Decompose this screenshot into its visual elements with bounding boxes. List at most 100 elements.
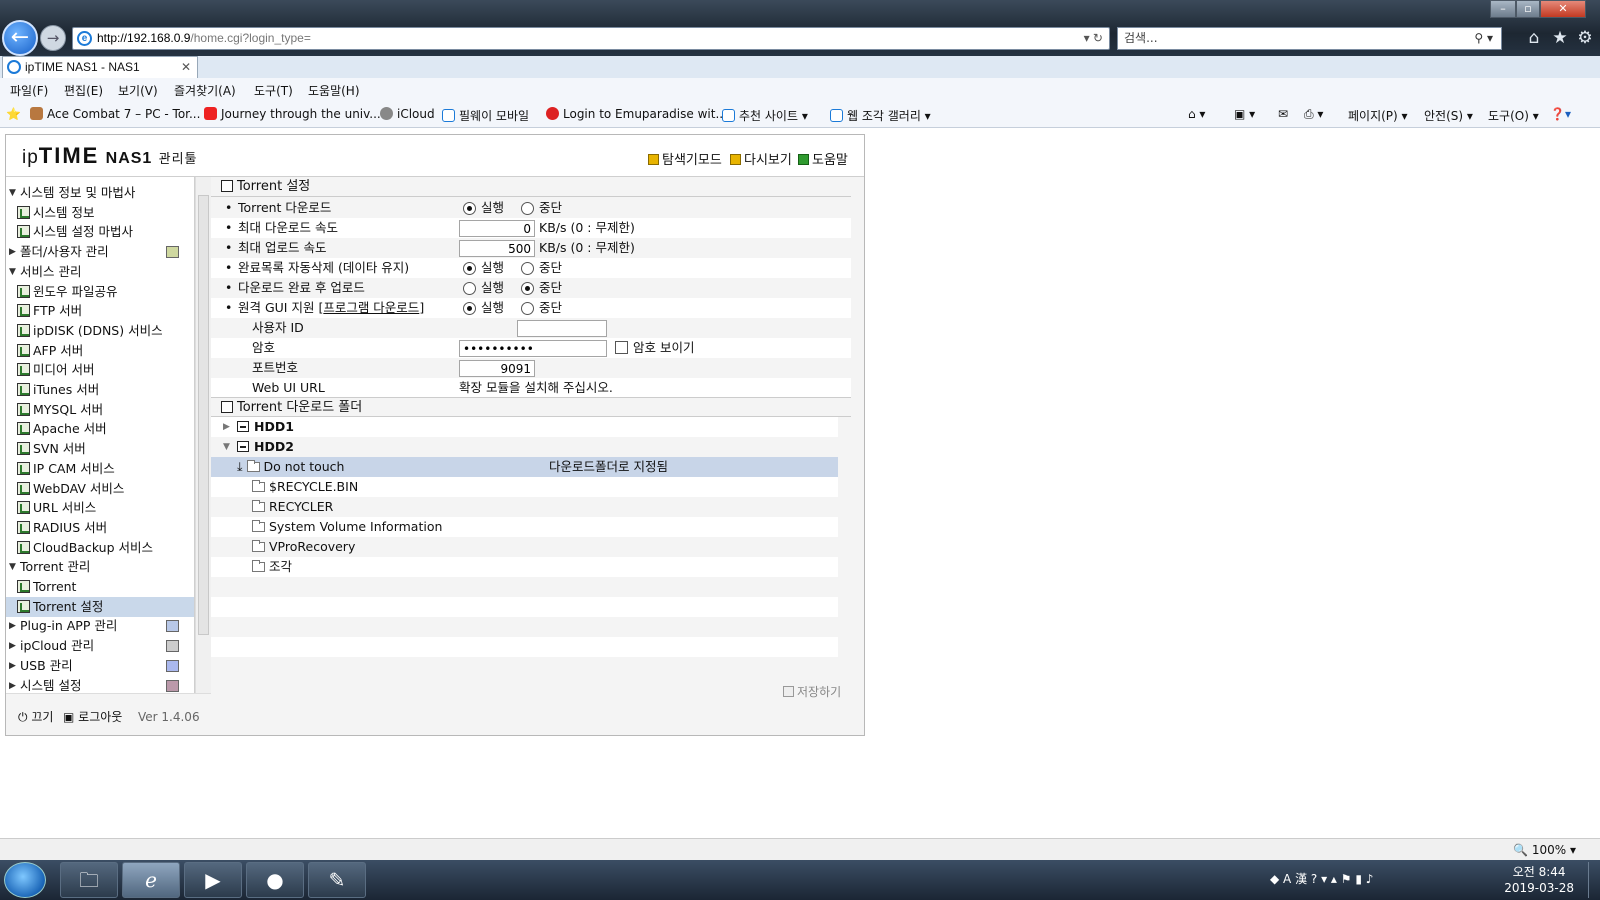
upload-after-off-radio[interactable]: [521, 282, 534, 295]
fav-emuparadise[interactable]: Login to Emuparadise wit...: [546, 107, 727, 121]
gear-icon[interactable]: ⚙: [1575, 28, 1595, 48]
fav-fillway[interactable]: 필웨이 모바일: [442, 107, 529, 124]
menu-favorites[interactable]: 즐겨찾기(A): [174, 82, 236, 99]
start-button[interactable]: [4, 862, 46, 898]
print-icon[interactable]: ⎙ ▾: [1304, 107, 1323, 122]
show-password-checkbox[interactable]: [615, 341, 628, 354]
cmd-safety[interactable]: 안전(S) ▾: [1424, 107, 1473, 124]
sidebar-scrollbar[interactable]: [195, 177, 211, 693]
fav-journey[interactable]: Journey through the univ...: [204, 107, 381, 121]
fav-web-slice-gallery[interactable]: 웹 조각 갤러리 ▾: [830, 107, 931, 124]
maximize-button[interactable]: ▫: [1516, 0, 1540, 18]
password-input[interactable]: [459, 340, 607, 357]
refresh-link[interactable]: 다시보기: [730, 149, 792, 168]
sidebar-group[interactable]: ▶ ipCloud 관리: [6, 636, 194, 656]
max-upload-input[interactable]: [459, 240, 535, 257]
menu-file[interactable]: 파일(F): [10, 82, 48, 99]
menu-view[interactable]: 보기(V): [118, 82, 158, 99]
auto-delete-on-radio[interactable]: [463, 262, 476, 275]
tree-folder[interactable]: $RECYCLE.BIN: [211, 477, 838, 497]
sidebar-group[interactable]: ▶ Plug-in APP 관리: [6, 616, 194, 636]
sidebar-item[interactable]: 미디어 서버: [6, 360, 194, 380]
max-download-input[interactable]: [459, 220, 535, 237]
zoom-control[interactable]: 🔍 100% ▾: [1513, 843, 1576, 857]
port-input[interactable]: [459, 360, 535, 377]
sidebar-item[interactable]: 윈도우 파일공유: [6, 282, 194, 302]
tree-folder-selected[interactable]: ⤓ Do not touch 다운로드폴더로 지정됨: [211, 457, 838, 477]
address-bar[interactable]: e http://192.168.0.9/home.cgi?login_type…: [72, 27, 1110, 50]
minimize-button[interactable]: –: [1490, 0, 1516, 18]
torrent-download-off-radio[interactable]: [521, 202, 534, 215]
clock[interactable]: 오전 8:44 2019-03-28: [1504, 864, 1574, 896]
sidebar-group[interactable]: ▼ 시스템 정보 및 마법사: [6, 183, 194, 203]
tree-folder[interactable]: VProRecovery: [211, 537, 838, 557]
tree-folder[interactable]: RECYCLER: [211, 497, 838, 517]
cmd-page[interactable]: 페이지(P) ▾: [1348, 107, 1408, 124]
tree-node-hdd1[interactable]: ▶ HDD1: [211, 417, 838, 437]
explorer-mode-link[interactable]: 탐색기모드: [648, 149, 722, 168]
refresh-icon[interactable]: ▾ ↻: [1084, 28, 1103, 49]
fav-ace-combat[interactable]: Ace Combat 7 – PC - Tor...: [30, 107, 200, 121]
search-icon[interactable]: ⚲ ▾: [1474, 28, 1493, 49]
sidebar-group[interactable]: ▼ Torrent 관리: [6, 557, 194, 577]
sidebar-item[interactable]: CloudBackup 서비스: [6, 538, 194, 558]
program-download-link[interactable]: 프로그램 다운로드: [323, 300, 419, 315]
user-id-input[interactable]: [517, 320, 607, 337]
tree-folder[interactable]: 조각: [211, 557, 838, 577]
save-button[interactable]: 저장하기: [783, 683, 841, 700]
auto-delete-off-radio[interactable]: [521, 262, 534, 275]
sidebar-group[interactable]: ▶ 폴더/사용자 관리: [6, 242, 194, 262]
favorites-star-icon[interactable]: ★: [1550, 28, 1570, 48]
sidebar-item[interactable]: 시스템 설정 마법사: [6, 222, 194, 242]
cmd-tools[interactable]: 도구(O) ▾: [1488, 107, 1539, 124]
sidebar-item[interactable]: WebDAV 서비스: [6, 479, 194, 499]
tree-folder[interactable]: System Volume Information: [211, 517, 838, 537]
sidebar-item[interactable]: URL 서비스: [6, 498, 194, 518]
fav-icloud[interactable]: iCloud: [380, 107, 435, 121]
sidebar-item[interactable]: iTunes 서버: [6, 380, 194, 400]
mail-icon[interactable]: ✉: [1278, 107, 1288, 121]
remote-gui-off-radio[interactable]: [521, 302, 534, 315]
power-off-button[interactable]: ⏻ 끄기: [18, 708, 53, 725]
upload-after-on-radio[interactable]: [463, 282, 476, 295]
tray-icons[interactable]: ◆ A 漢 ? ▾ ▴ ⚑ ▮ ♪: [1270, 870, 1373, 887]
favorites-star-icon[interactable]: ⭐: [6, 107, 21, 121]
tree-node-hdd2[interactable]: ▼ HDD2: [211, 437, 838, 457]
help-icon[interactable]: ❓▾: [1550, 107, 1571, 121]
tab-close-icon[interactable]: ✕: [181, 57, 191, 77]
ie-task-icon[interactable]: ℯ: [122, 862, 180, 898]
forward-button[interactable]: →: [40, 25, 66, 51]
torrent-download-on-radio[interactable]: [463, 202, 476, 215]
back-button[interactable]: ←: [2, 20, 38, 56]
sidebar-item[interactable]: RADIUS 서버: [6, 518, 194, 538]
scroll-thumb[interactable]: [198, 195, 209, 635]
sidebar-item[interactable]: IP CAM 서비스: [6, 459, 194, 479]
sidebar-item[interactable]: FTP 서버: [6, 301, 194, 321]
logout-button[interactable]: ▣ 로그아웃: [63, 708, 122, 725]
paint-task-icon[interactable]: ✎: [308, 862, 366, 898]
sidebar-item[interactable]: MYSQL 서버: [6, 400, 194, 420]
remote-gui-on-radio[interactable]: [463, 302, 476, 315]
help-link[interactable]: 도움말: [798, 149, 848, 168]
explorer-task-icon[interactable]: 🗀: [60, 862, 118, 898]
home-cmd-icon[interactable]: ⌂ ▾: [1188, 107, 1205, 121]
menu-tools[interactable]: 도구(T): [254, 82, 293, 99]
sidebar-group[interactable]: ▶ 시스템 설정: [6, 676, 194, 694]
tab-nas[interactable]: ipTIME NAS1 - NAS1 ✕: [2, 56, 198, 78]
home-icon[interactable]: ⌂: [1524, 28, 1544, 48]
search-box[interactable]: 검색... ⚲ ▾: [1117, 27, 1502, 50]
close-window-button[interactable]: ✕: [1540, 0, 1586, 18]
sidebar-item[interactable]: AFP 서버: [6, 341, 194, 361]
sidebar-item[interactable]: Torrent 설정: [6, 596, 194, 617]
show-desktop-button[interactable]: [1588, 862, 1600, 898]
fav-suggested-sites[interactable]: 추천 사이트 ▾: [722, 107, 808, 124]
media-player-task-icon[interactable]: ▶: [184, 862, 242, 898]
feeds-icon[interactable]: ▣ ▾: [1234, 107, 1255, 121]
sidebar-item[interactable]: Torrent: [6, 577, 194, 597]
sidebar-item[interactable]: SVN 서버: [6, 439, 194, 459]
app-task-icon[interactable]: ●: [246, 862, 304, 898]
menu-help[interactable]: 도움말(H): [308, 82, 360, 99]
sidebar-group[interactable]: ▼ 서비스 관리: [6, 262, 194, 282]
sidebar-item[interactable]: Apache 서버: [6, 419, 194, 439]
menu-edit[interactable]: 편집(E): [64, 82, 103, 99]
